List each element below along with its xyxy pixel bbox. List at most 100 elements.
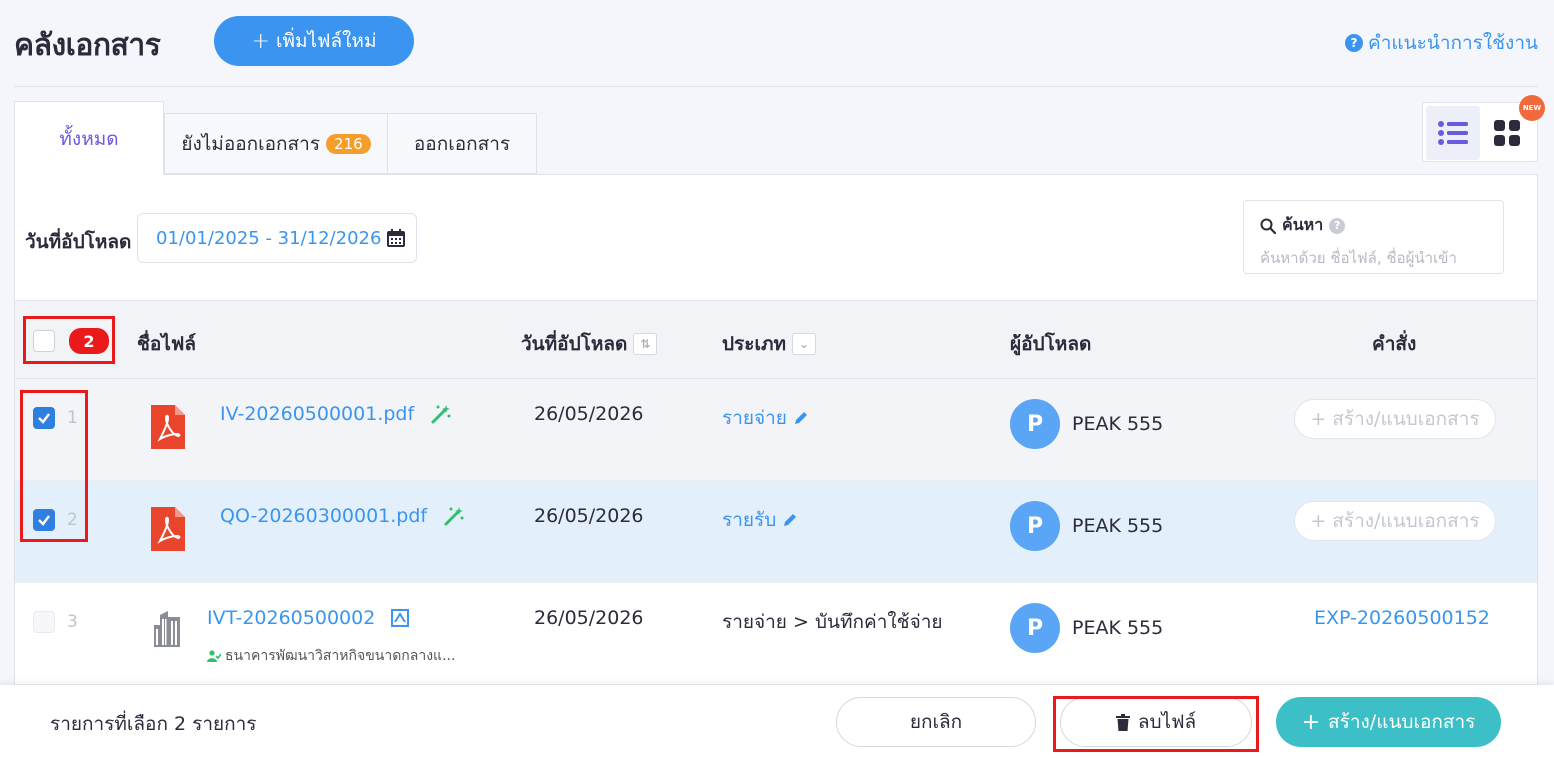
- chevron-down-icon[interactable]: ⌄: [792, 333, 817, 355]
- search-input[interactable]: ค้นหา ? ค้นหาด้วย ชื่อไฟล์, ชื่อผู้นำเข้…: [1243, 200, 1504, 274]
- type-link[interactable]: รายจ่าย: [722, 403, 809, 433]
- building-icon: [154, 611, 182, 651]
- create-attach-button[interactable]: + สร้าง/แนบเอกสาร: [1294, 399, 1496, 439]
- file-name-link[interactable]: QO-20260300001.pdf: [220, 505, 465, 527]
- pencil-icon: [784, 514, 797, 526]
- magic-wand-icon: [444, 507, 464, 526]
- help-link[interactable]: ? คำแนะนำการใช้งาน: [1345, 28, 1538, 58]
- delete-file-button[interactable]: ลบไฟล์: [1060, 697, 1252, 747]
- upload-date: 26/05/2026: [534, 403, 644, 425]
- plus-icon: +: [1310, 510, 1327, 532]
- grid-icon: [1494, 120, 1520, 146]
- plus-icon: +: [251, 28, 270, 54]
- column-upload-date-label: วันที่อัปโหลด: [521, 333, 628, 355]
- trash-icon: [1115, 713, 1130, 731]
- view-toggle: NEW: [1422, 95, 1545, 162]
- file-name-text: QO-20260300001.pdf: [220, 505, 428, 527]
- avatar: P: [1010, 399, 1060, 449]
- column-type-label: ประเภท: [722, 333, 787, 355]
- type-link[interactable]: รายรับ: [722, 505, 798, 535]
- type-text: รายรับ: [722, 509, 777, 531]
- selected-count-badge: 2: [69, 328, 109, 354]
- row-number: 1: [67, 408, 78, 428]
- calendar-icon: [387, 229, 406, 247]
- tab-not-issued-label: ยังไม่ออกเอกสาร: [181, 132, 321, 155]
- help-label: คำแนะนำการใช้งาน: [1368, 32, 1538, 54]
- image-doc-icon: [391, 609, 410, 627]
- create-attach-button[interactable]: + สร้าง/แนบเอกสาร: [1294, 501, 1496, 541]
- list-icon: [1438, 121, 1468, 145]
- column-file-name-label: ชื่อไฟล์: [137, 333, 196, 355]
- help-icon: ?: [1345, 34, 1364, 52]
- header-divider: [14, 86, 1538, 87]
- upload-date: 26/05/2026: [534, 505, 644, 527]
- column-uploader-label: ผู้อัปโหลด: [1010, 333, 1092, 355]
- add-file-button[interactable]: + เพิ่มไฟล์ใหม่: [214, 16, 414, 66]
- search-placeholder: ค้นหาด้วย ชื่อไฟล์, ชื่อผู้นำเข้า: [1260, 249, 1457, 267]
- tab-issued[interactable]: ออกเอกสาร: [387, 113, 537, 174]
- avatar: P: [1010, 603, 1060, 653]
- plus-icon: +: [1301, 709, 1321, 735]
- page-title: คลังเอกสาร: [14, 28, 161, 63]
- list-view-button[interactable]: [1426, 106, 1480, 160]
- table-row[interactable]: 2 QO-20260300001.pdf 26/05/2026 รายรับ P…: [15, 481, 1537, 583]
- pdf-icon: [151, 507, 185, 555]
- check-icon: [38, 413, 50, 424]
- file-name-link[interactable]: IVT-20260500002: [207, 607, 410, 629]
- column-file-name: ชื่อไฟล์: [137, 329, 196, 359]
- create-attach-document-button[interactable]: + สร้าง/แนบเอกสาร: [1276, 697, 1501, 747]
- create-attach-label: สร้าง/แนบเอกสาร: [1332, 408, 1480, 430]
- table-header: 2 ชื่อไฟล์ วันที่อัปโหลด ⇅ ประเภท ⌄ ผู้อ…: [15, 300, 1537, 379]
- table-row[interactable]: 1 IV-20260500001.pdf 26/05/2026 รายจ่าย …: [15, 379, 1537, 481]
- tab-issued-label: ออกเอกสาร: [413, 132, 511, 155]
- create-document-label: สร้าง/แนบเอกสาร: [1328, 711, 1476, 733]
- tab-all[interactable]: ทั้งหมด: [14, 101, 164, 175]
- table-row[interactable]: 3 IVT-20260500002 ธนาคารพัฒนาวิสาหกิจขนา…: [15, 583, 1537, 685]
- cancel-label: ยกเลิก: [909, 711, 963, 733]
- row-checkbox[interactable]: [33, 611, 55, 633]
- file-name-link[interactable]: IV-20260500001.pdf: [220, 403, 452, 425]
- date-range-value: 01/01/2025 - 31/12/2026: [156, 227, 382, 249]
- row-number: 3: [67, 612, 78, 632]
- cancel-button[interactable]: ยกเลิก: [836, 697, 1036, 747]
- column-action: คำสั่ง: [1372, 329, 1416, 359]
- plus-icon: +: [1310, 408, 1327, 430]
- user-check-icon: [207, 650, 221, 662]
- select-all-checkbox[interactable]: [33, 330, 55, 352]
- uploader-name: PEAK 555: [1072, 515, 1164, 537]
- column-uploader: ผู้อัปโหลด: [1010, 329, 1091, 359]
- document-link[interactable]: EXP-20260500152: [1314, 607, 1490, 629]
- search-title: ค้นหา: [1282, 215, 1324, 234]
- upload-date: 26/05/2026: [534, 607, 644, 629]
- search-help-icon: ?: [1329, 217, 1346, 234]
- pencil-icon: [794, 412, 807, 424]
- tab-all-label: ทั้งหมด: [59, 127, 119, 150]
- file-name-text: IVT-20260500002: [207, 607, 376, 629]
- sort-icon[interactable]: ⇅: [633, 333, 658, 355]
- tab-not-issued[interactable]: ยังไม่ออกเอกสาร 216: [164, 113, 388, 174]
- search-icon: [1260, 218, 1276, 234]
- file-name-text: IV-20260500001.pdf: [220, 403, 415, 425]
- add-file-label: เพิ่มไฟล์ใหม่: [275, 30, 377, 52]
- row-number: 2: [67, 510, 78, 530]
- uploader-name: PEAK 555: [1072, 413, 1164, 435]
- pdf-icon: [151, 405, 185, 453]
- column-type: ประเภท ⌄: [722, 329, 817, 359]
- check-icon: [38, 515, 50, 526]
- date-filter-label: วันที่อัปโหลด: [25, 231, 132, 253]
- new-badge: NEW: [1519, 95, 1545, 121]
- file-subtitle: ธนาคารพัฒนาวิสาหกิจขนาดกลางแ...: [207, 645, 455, 667]
- avatar: P: [1010, 501, 1060, 551]
- documents-panel: วันที่อัปโหลด 01/01/2025 - 31/12/2026 ค้…: [14, 174, 1538, 758]
- row-checkbox[interactable]: [33, 407, 55, 429]
- type-text: รายจ่าย > บันทึกค่าใช้จ่าย: [722, 611, 943, 633]
- create-attach-label: สร้าง/แนบเอกสาร: [1332, 510, 1480, 532]
- row-checkbox[interactable]: [33, 509, 55, 531]
- column-action-label: คำสั่ง: [1372, 333, 1417, 355]
- date-range-input[interactable]: 01/01/2025 - 31/12/2026: [137, 213, 417, 263]
- file-subtitle-text: ธนาคารพัฒนาวิสาหกิจขนาดกลางแ...: [225, 648, 456, 664]
- bottom-action-bar: รายการที่เลือก 2 รายการ ยกเลิก ลบไฟล์ + …: [0, 685, 1554, 758]
- column-upload-date: วันที่อัปโหลด ⇅: [521, 329, 658, 359]
- magic-wand-icon: [431, 405, 451, 424]
- selection-summary: รายการที่เลือก 2 รายการ: [50, 713, 257, 735]
